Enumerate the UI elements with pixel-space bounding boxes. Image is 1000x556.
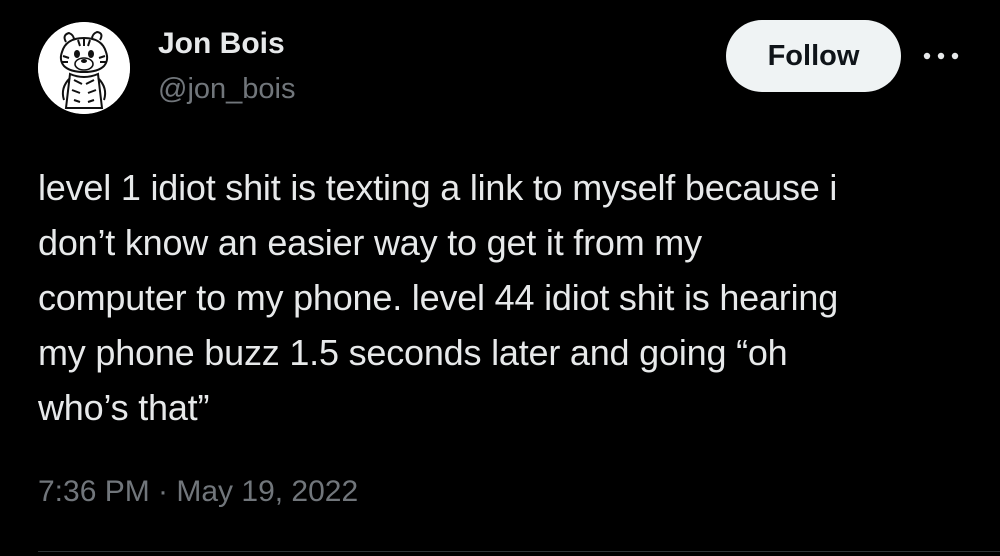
divider: [38, 551, 1000, 552]
tweet-text-line: don’t know an easier way to get it from …: [38, 222, 702, 263]
tweet-timestamp[interactable]: 7:36 PM · May 19, 2022: [38, 473, 358, 511]
more-options-icon: [923, 52, 959, 60]
cartoon-tiger-avatar-icon: [38, 22, 130, 114]
follow-button[interactable]: Follow: [726, 20, 901, 92]
tweet-card: Jon Bois @jon_bois Follow level 1 idiot …: [0, 0, 1000, 556]
more-options-button[interactable]: [918, 42, 964, 70]
tweet-text-line: computer to my phone. level 44 idiot shi…: [38, 277, 839, 318]
author-handle[interactable]: @jon_bois: [158, 72, 295, 106]
avatar[interactable]: [38, 22, 130, 114]
tweet-text-line: my phone buzz 1.5 seconds later and goin…: [38, 332, 788, 373]
author-display-name[interactable]: Jon Bois: [158, 26, 285, 62]
tweet-text: level 1 idiot shit is texting a link to …: [38, 160, 978, 435]
tweet-text-line: level 1 idiot shit is texting a link to …: [38, 167, 838, 208]
tweet-text-line: who’s that”: [38, 387, 210, 428]
